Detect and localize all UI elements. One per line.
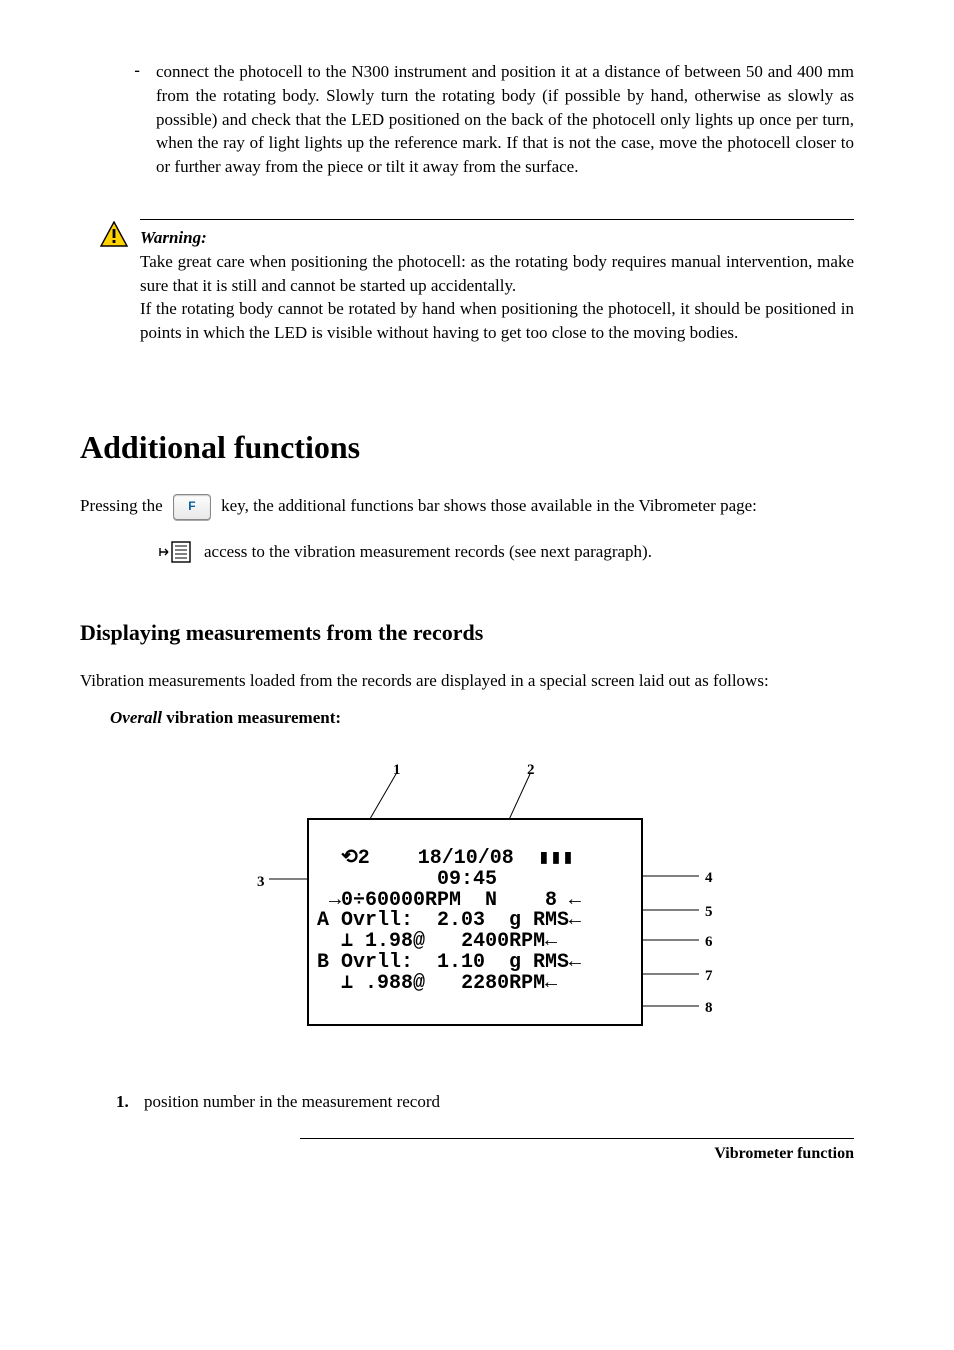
lcd-row-6: B Ovrll: 1.10 g RMS← [317,951,581,974]
lcd-row-5: ⊥ 1.98@ 2400RPM← [317,930,557,953]
heading-displaying-measurements: Displaying measurements from the records [80,618,874,649]
records-access-text: access to the vibration measurement reco… [204,540,652,564]
bullet-text: connect the photocell to the N300 instru… [156,60,854,179]
pressing-post: key, the additional functions bar shows … [221,496,757,515]
heading-additional-functions: Additional functions [80,425,874,470]
records-access-row: access to the vibration measurement reco… [158,540,874,564]
warning-block: Warning: Take great care when positionin… [100,219,854,345]
bullet-dash: - [132,60,156,179]
lcd-row-7: ⊥ .988@ 2280RPM← [317,972,557,995]
warning-text-1: Take great care when positioning the pho… [140,250,854,298]
list-item: 1. position number in the measurement re… [116,1090,854,1114]
warning-title: Warning: [140,228,207,247]
records-intro: Vibration measurements loaded from the r… [80,669,854,693]
lcd-figure: 1 2 3 4 5 6 7 8 ⟲2 18/10/08 ▮▮▮ 09:45 →0… [177,760,777,1060]
list-item-text: position number in the measurement recor… [144,1090,440,1114]
overall-label: Overall vibration measurement: [110,706,854,730]
lcd-row-4: A Ovrll: 2.03 g RMS← [317,909,581,932]
lcd-row-1: ⟲2 18/10/08 ▮▮▮ [317,847,574,870]
lcd-screen: ⟲2 18/10/08 ▮▮▮ 09:45 →0÷60000RPM N 8 ← … [307,818,643,1026]
bullet-item: - connect the photocell to the N300 inst… [132,60,854,179]
pressing-pre: Pressing the [80,496,167,515]
page-footer: Vibrometer function [300,1138,854,1165]
numbered-list: 1. position number in the measurement re… [116,1090,854,1114]
list-item-number: 1. [116,1090,144,1114]
f-key-icon: F [173,494,211,520]
lcd-row-3: →0÷60000RPM N 8 ← [317,889,581,912]
records-icon [158,540,204,564]
pressing-paragraph: Pressing the F key, the additional funct… [80,494,854,520]
warning-text-2: If the rotating body cannot be rotated b… [140,297,854,345]
lcd-row-2: 09:45 [317,868,497,891]
overall-label-rest: vibration measurement: [162,708,341,727]
overall-label-italic: Overall [110,708,162,727]
warning-icon [100,219,140,345]
warning-body: Warning: Take great care when positionin… [140,219,854,345]
